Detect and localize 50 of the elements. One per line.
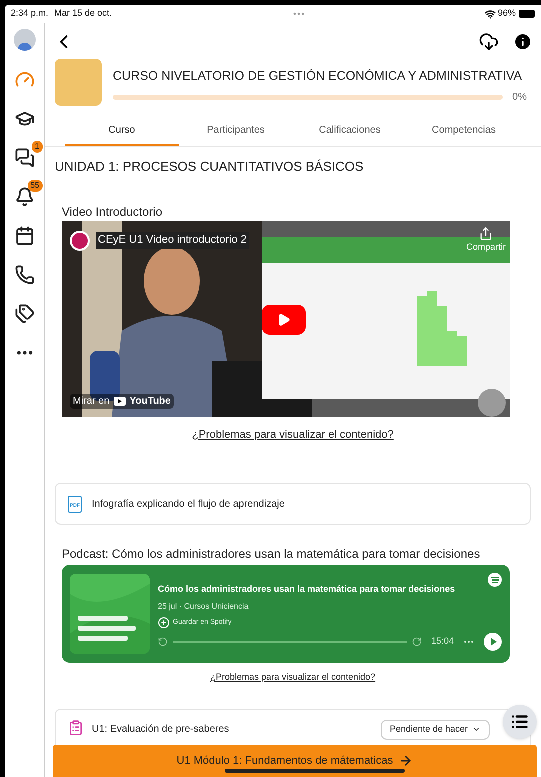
status-time: 2:34 p.m.: [11, 7, 49, 20]
tab[interactable]: Participantes: [179, 116, 293, 146]
status-date: Mar 15 de oct.: [54, 7, 112, 20]
help-link[interactable]: ¿Problemas para visualizar el contenido?: [192, 426, 394, 443]
info-icon[interactable]: [513, 32, 533, 52]
tab[interactable]: Competencias: [407, 116, 521, 146]
forward-icon[interactable]: [412, 636, 422, 647]
checklist-icon: [68, 720, 84, 736]
spotify-icon: [488, 573, 502, 587]
podcast-heading: Podcast: Cómo los administradores usan la matemática para tomar decisiones: [62, 546, 482, 563]
tag-icon[interactable]: [14, 304, 34, 324]
status-dropdown[interactable]: Pendiente de hacer: [380, 720, 490, 740]
video-player[interactable]: CEyE U1 Video introductorio 2 Compartir Mirar en YouTube: [62, 220, 510, 416]
help-link[interactable]: ¿Problemas para visualizar el contenido?: [210, 671, 376, 684]
battery-icon: [519, 10, 535, 18]
phone-icon[interactable]: [14, 265, 34, 285]
avatar[interactable]: [14, 29, 36, 51]
caret-icon: [472, 725, 481, 734]
chat-icon[interactable]: [14, 148, 34, 168]
list-icon: [511, 713, 529, 731]
video-heading: Video Introductorio: [62, 204, 164, 220]
next-module-button[interactable]: U1 Módulo 1: Fundamentos de mátematicas: [53, 745, 537, 777]
play-icon: [277, 312, 291, 326]
episode-meta: 25 jul · Cursos Uniciencia: [158, 600, 250, 613]
outline-button[interactable]: [503, 705, 537, 739]
add-icon[interactable]: [158, 616, 170, 629]
youtube-link[interactable]: Mirar en YouTube: [70, 394, 174, 408]
rewind-icon[interactable]: [158, 636, 168, 647]
episode-title: Cómo los administradores usan la matemática para tomar decisiones: [158, 583, 456, 596]
video-title: CEyE U1 Video introductorio 2: [96, 232, 249, 249]
count-badge: 55: [28, 180, 42, 192]
wifi-icon: [484, 8, 496, 20]
gauge-icon[interactable]: [14, 70, 34, 90]
progress-percent: 0%: [512, 91, 527, 105]
pdf-label: Infografía explicando el flujo de aprendizaje: [92, 498, 285, 512]
count-badge: 1: [32, 141, 42, 153]
play-icon[interactable]: [484, 632, 502, 651]
battery-percent: 96%: [498, 7, 516, 20]
unit-title: UNIDAD 1: PROCESOS CUANTITATIVOS BÁSICOS: [55, 158, 365, 176]
calendar-icon[interactable]: [14, 226, 34, 246]
duration: 15:04: [431, 635, 454, 648]
share-icon[interactable]: [479, 226, 494, 240]
tab[interactable]: Curso: [65, 116, 179, 146]
play-button[interactable]: [262, 304, 306, 334]
tab[interactable]: Calificaciones: [293, 116, 407, 146]
course-title: CURSO NIVELATORIO DE GESTIÓN ECONÓMICA Y ADMINISTRATIVA: [113, 68, 524, 84]
activity-label: U1: Evaluación de pre-saberes: [92, 722, 230, 736]
course-thumbnail: [55, 59, 102, 106]
bell-icon[interactable]: [14, 187, 34, 207]
cloud-download-icon[interactable]: [479, 32, 499, 52]
